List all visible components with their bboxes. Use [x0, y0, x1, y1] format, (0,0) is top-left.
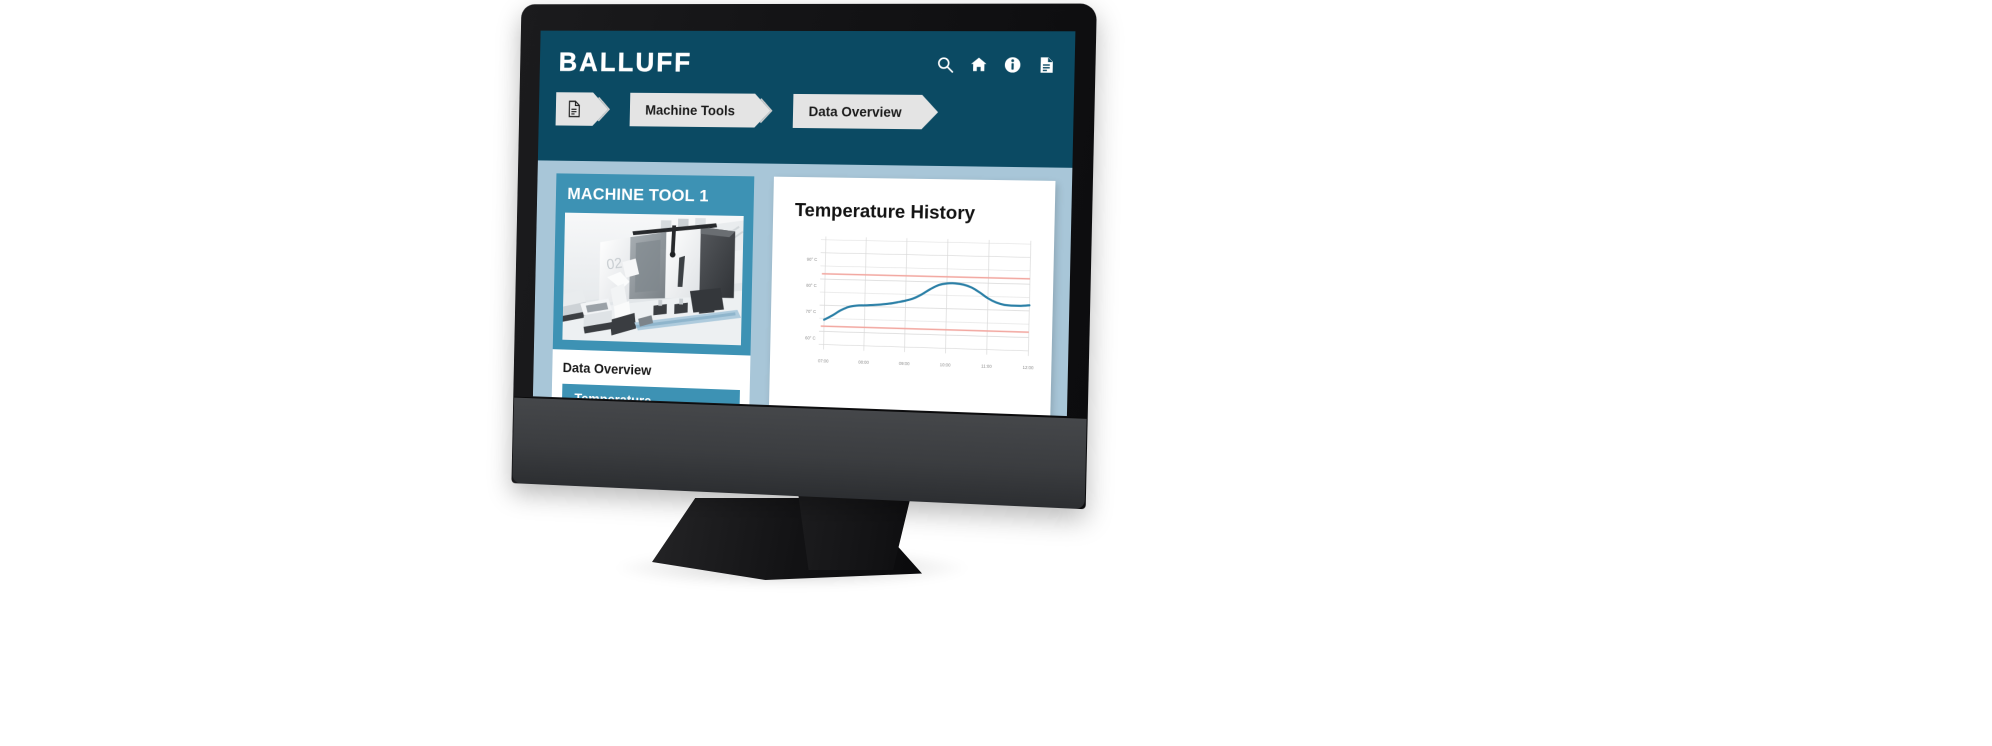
svg-text:90° C: 90° C [807, 257, 818, 262]
monitor: BALLUFF Machine Tools Data Overview MACH… [511, 3, 1097, 510]
machine-panel: MACHINE TOOL 1 02 Data Overview Temperat… [549, 173, 755, 417]
chart-panel: Temperature History 60° C 70° C 80° C 90° C… [766, 176, 1056, 417]
temperature-line-chart[interactable]: 60° C 70° C 80° C 90° C 07:00 08:00 09:00 10:00… [787, 231, 1037, 382]
page-content: MACHINE TOOL 1 02 Data Overview Temperat… [532, 160, 1073, 417]
data-overview-title: Data Overview [562, 360, 652, 378]
machine-image-wrapper: 02 [552, 212, 754, 356]
svg-text:60° C: 60° C [805, 335, 816, 340]
search-icon[interactable] [936, 55, 955, 73]
temperature-history-card: Temperature History 60° C 70° C 80° C 90° C… [766, 176, 1056, 417]
svg-text:11:00: 11:00 [981, 364, 992, 370]
breadcrumb-item-label: Machine Tools [645, 102, 736, 118]
svg-text:02: 02 [606, 255, 624, 273]
svg-text:09:00: 09:00 [899, 361, 911, 367]
info-icon[interactable] [1003, 56, 1022, 74]
breadcrumb-chevron-icon [605, 93, 619, 127]
svg-text:70° C: 70° C [806, 309, 817, 314]
document-page-icon [567, 100, 582, 118]
breadcrumb-chevron-icon [767, 94, 781, 128]
document-icon[interactable] [1037, 56, 1056, 75]
breadcrumb-item-data-overview[interactable]: Data Overview [792, 93, 923, 130]
breadcrumb-home[interactable] [555, 92, 594, 126]
balluff-dashboard-app: BALLUFF Machine Tools Data Overview MACH… [532, 30, 1076, 417]
machine-card-title: MACHINE TOOL 1 [555, 173, 755, 217]
svg-text:12:00: 12:00 [1023, 365, 1035, 371]
svg-text:08:00: 08:00 [858, 360, 869, 366]
header-icon-group [936, 55, 1056, 74]
chart-title: Temperature History [794, 198, 976, 224]
breadcrumb-item-machine-tools[interactable]: Machine Tools [629, 92, 755, 128]
app-header: BALLUFF Machine Tools Data Overview [537, 30, 1076, 168]
monitor-screen: BALLUFF Machine Tools Data Overview MACH… [532, 30, 1076, 417]
breadcrumb: Machine Tools Data Overview [552, 92, 1060, 131]
svg-text:07:00: 07:00 [818, 358, 829, 363]
svg-text:80° C: 80° C [806, 283, 817, 288]
home-icon[interactable] [969, 56, 988, 74]
chart-plot-area: 60° C 70° C 80° C 90° C 07:00 08:00 09:00 10:00… [785, 231, 1037, 416]
svg-text:10:00: 10:00 [940, 362, 952, 368]
machine-tool-render: 02 [562, 212, 744, 346]
screenshot-stage: BALLUFF Machine Tools Data Overview MACH… [0, 0, 1992, 746]
breadcrumb-item-label: Data Overview [808, 103, 902, 120]
